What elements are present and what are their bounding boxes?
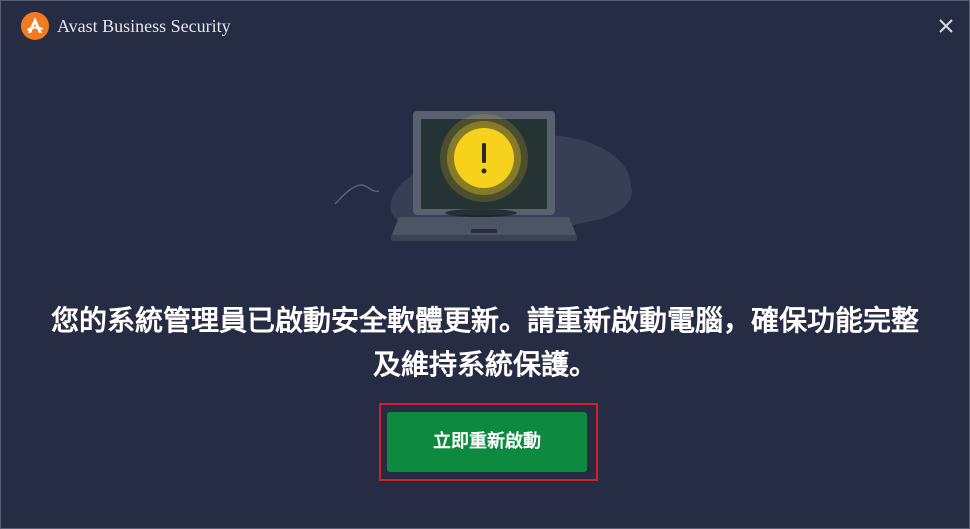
laptop-warning-icon — [334, 111, 632, 241]
restart-now-button[interactable]: 立即重新啟動 — [387, 412, 587, 472]
app-window: Avast Business Security 您的系統管理員已啟動安全軟體更新… — [0, 0, 970, 529]
restart-message: 您的系統管理員已啟動安全軟體更新。請重新啟動電腦，確保功能完整 及維持系統保護。 — [1, 299, 969, 387]
close-button[interactable] — [931, 11, 961, 41]
message-line-1: 您的系統管理員已啟動安全軟體更新。請重新啟動電腦，確保功能完整 — [50, 304, 919, 337]
close-icon — [939, 19, 953, 33]
avast-logo-icon — [21, 12, 49, 40]
title-bar: Avast Business Security — [1, 1, 969, 51]
message-line-2: 及維持系統保護。 — [372, 348, 597, 381]
app-title: Avast Business Security — [57, 16, 231, 36]
